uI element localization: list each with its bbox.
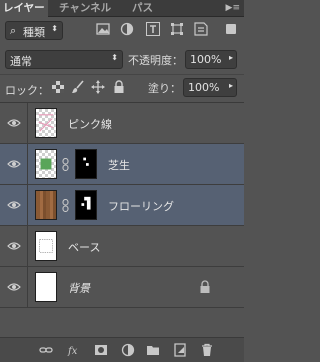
chain-link-icon[interactable] [61, 158, 70, 171]
eye-icon [7, 241, 21, 251]
chevron-updown-icon: ⬍ [51, 24, 58, 33]
tab-channels[interactable]: チャンネル [56, 0, 114, 16]
layer-row-pink-line[interactable]: ピンク線 [0, 103, 244, 144]
visibility-toggle[interactable] [0, 103, 28, 143]
layer-row-base[interactable]: ベース [0, 226, 244, 267]
type-filter-icon[interactable] [146, 22, 160, 36]
blend-mode-value: 通常 [10, 55, 32, 68]
search-icon: ⌕ [10, 24, 17, 37]
lock-all-icon[interactable] [112, 80, 126, 94]
image-filter-icon[interactable] [96, 22, 110, 36]
layer-list: ピンク線 芝生 フローリング ベース 背景 [0, 102, 244, 338]
fill-label: 塗り： [148, 82, 181, 95]
opacity-label: 不透明度： [128, 54, 183, 67]
lock-icon[interactable] [199, 280, 211, 294]
layer-name[interactable]: フローリング [108, 198, 174, 214]
opacity-field[interactable]: 100% ▸ [185, 50, 237, 69]
tab-paths[interactable]: パス [129, 0, 156, 16]
layer-row-background[interactable]: 背景 [0, 267, 244, 308]
adjustment-filter-icon[interactable] [120, 22, 134, 36]
chevron-right-icon: ▸ [228, 53, 233, 62]
layer-name[interactable]: ピンク線 [68, 116, 112, 132]
eye-icon [7, 200, 21, 210]
layer-thumbnail [35, 190, 57, 220]
layers-panel: レイヤー チャンネル パス ▶≡ ⌕ 種類 ⬍ 通常 ⬍ 不透明度： 100% … [0, 0, 244, 362]
blend-mode-select[interactable]: 通常 ⬍ [5, 50, 123, 69]
chain-link-icon[interactable] [61, 199, 70, 212]
shape-filter-icon[interactable] [170, 22, 184, 36]
fill-value: 100% [188, 81, 220, 94]
visibility-toggle[interactable] [0, 185, 28, 225]
layer-name[interactable]: 背景 [68, 280, 90, 296]
link-layers-icon[interactable] [39, 343, 53, 357]
layer-name[interactable]: 芝生 [108, 157, 130, 173]
fill-field[interactable]: 100% ▸ [183, 78, 237, 97]
visibility-toggle[interactable] [0, 267, 28, 307]
chevron-right-icon: ▸ [228, 81, 233, 90]
eye-icon [7, 282, 21, 292]
layer-mask-thumbnail[interactable] [75, 190, 97, 220]
opacity-value: 100% [190, 53, 222, 66]
divider [0, 74, 244, 75]
layer-thumbnail [35, 149, 57, 179]
add-mask-icon[interactable] [94, 343, 108, 357]
lock-transparency-icon[interactable] [51, 80, 65, 94]
layer-mask-thumbnail[interactable] [75, 149, 97, 179]
smart-object-filter-icon[interactable] [194, 22, 208, 36]
panel-tab-bar: レイヤー チャンネル パス ▶≡ [0, 0, 244, 17]
panel-menu-icon[interactable]: ▶≡ [226, 3, 240, 13]
layer-name[interactable]: ベース [68, 239, 100, 255]
trash-icon[interactable] [200, 343, 214, 357]
lock-brush-icon[interactable] [71, 80, 85, 94]
layer-thumbnail [35, 108, 57, 138]
visibility-toggle[interactable] [0, 144, 28, 184]
filter-kind-label: 種類 [23, 26, 45, 39]
layer-thumbnail [35, 272, 57, 302]
visibility-toggle[interactable] [0, 226, 28, 266]
svg-text:fx: fx [67, 346, 78, 357]
layer-row-lawn[interactable]: 芝生 [0, 144, 244, 185]
layers-bottom-toolbar: fx [0, 337, 244, 362]
eye-icon [7, 118, 21, 128]
tab-layers[interactable]: レイヤー [0, 0, 48, 17]
adjustment-layer-icon[interactable] [121, 343, 135, 357]
new-group-folder-icon[interactable] [146, 343, 160, 357]
lock-move-icon[interactable] [91, 80, 105, 94]
layer-row-flooring[interactable]: フローリング [0, 185, 244, 226]
filter-kind-select[interactable]: ⌕ 種類 ⬍ [5, 21, 63, 40]
new-layer-icon[interactable] [173, 343, 187, 357]
chevron-updown-icon: ⬍ [111, 53, 118, 62]
eye-icon [7, 159, 21, 169]
filter-toggle-switch[interactable] [226, 24, 236, 34]
lock-label: ロック： [5, 84, 49, 97]
layer-style-fx-icon[interactable]: fx [67, 343, 81, 357]
layer-thumbnail [35, 231, 57, 261]
